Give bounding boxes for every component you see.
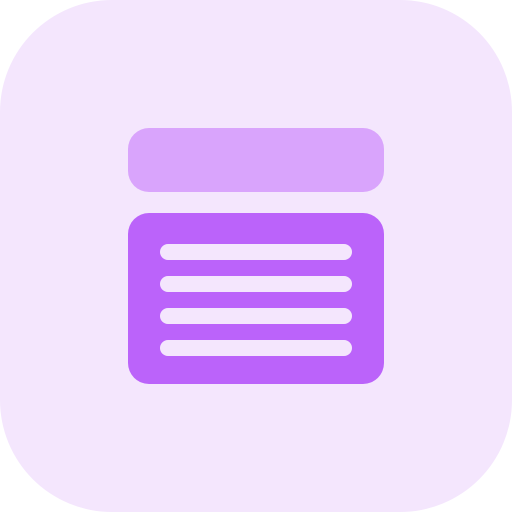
text-line-4 bbox=[160, 340, 352, 356]
text-line-1 bbox=[160, 244, 352, 260]
text-line-3 bbox=[160, 308, 352, 324]
document-list-icon bbox=[0, 0, 512, 512]
icon-tile-background bbox=[0, 0, 512, 512]
content-panel-shape bbox=[128, 213, 384, 384]
text-line-2 bbox=[160, 276, 352, 292]
header-bar-shape bbox=[128, 128, 384, 192]
